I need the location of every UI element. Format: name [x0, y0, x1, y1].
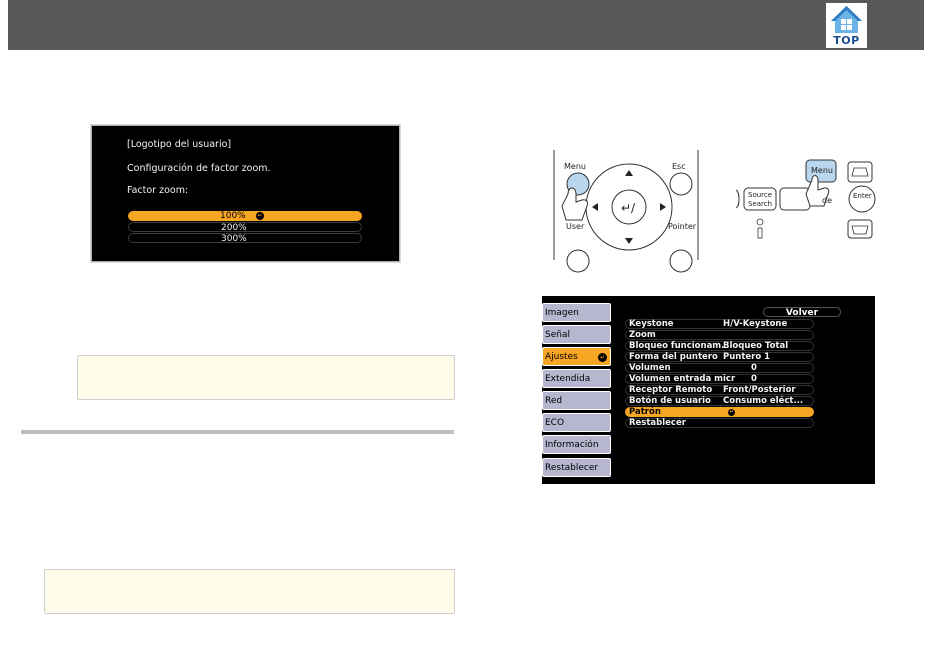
partial-button-label: de — [822, 196, 832, 205]
row-label: Volumen — [629, 363, 671, 373]
tab-label: Ajustes — [545, 352, 578, 362]
zoom-option-100[interactable]: 100% ↵ — [128, 211, 362, 221]
row-value: Consumo eléct... — [723, 396, 804, 406]
enter-icon: ↵ — [255, 211, 264, 220]
tab-eco[interactable]: ECO — [542, 413, 611, 432]
menu-row-boton-usuario[interactable]: Botón de usuario Consumo eléct... — [625, 396, 814, 406]
source-search-label-1: Source — [748, 191, 773, 199]
note-box — [77, 355, 455, 400]
menu-row-volumen-micro[interactable]: Volumen entrada micr 0 — [625, 374, 814, 384]
menu-row-keystone[interactable]: Keystone H/V-Keystone — [625, 319, 814, 329]
row-value: Front/Posterior — [723, 385, 796, 395]
enter-icon: ↵ — [728, 409, 735, 416]
tab-label: Restablecer — [545, 463, 599, 473]
zoom-option-label: 300% — [221, 234, 247, 244]
zoom-screen-subtitle: Configuración de factor zoom. — [127, 163, 271, 174]
row-value: Bloqueo Total — [723, 341, 789, 351]
tab-informacion[interactable]: Información — [542, 435, 611, 454]
tab-senal[interactable]: Señal — [542, 325, 611, 344]
section-divider — [21, 430, 454, 434]
menu-row-restablecer[interactable]: Restablecer — [625, 418, 814, 428]
tab-ajustes[interactable]: Ajustes ↵ — [542, 347, 611, 366]
tab-label: Imagen — [545, 308, 579, 318]
remote-control-illustration: ↵/ Menu Esc User Pointer — [552, 150, 700, 280]
enter-icon: ↵ — [598, 353, 607, 362]
zoom-option-label: 200% — [221, 223, 247, 233]
zoom-factor-label: Factor zoom: — [127, 185, 189, 196]
enter-button-label: Enter — [853, 192, 872, 200]
menu-row-bloqueo[interactable]: Bloqueo funcionam. Bloqueo Total — [625, 341, 814, 351]
tab-imagen[interactable]: Imagen — [542, 303, 611, 322]
configuration-menu: Imagen Señal Ajustes ↵ Extendida Red ECO … — [542, 296, 875, 484]
tab-red[interactable]: Red — [542, 391, 611, 410]
esc-button-label: Esc — [672, 162, 686, 171]
control-panel-illustration: Menu Source Search de Enter — [730, 150, 890, 250]
user-button-label: User — [566, 222, 585, 231]
menu-button-label: Menu — [811, 166, 833, 175]
tab-restablecer[interactable]: Restablecer — [542, 458, 611, 477]
row-value: 0 — [751, 374, 757, 384]
menu-row-puntero[interactable]: Forma del puntero Puntero 1 — [625, 352, 814, 362]
pointer-button-label: Pointer — [668, 222, 697, 231]
zoom-factor-screen: [Logotipo del usuario] Configuración de … — [91, 125, 400, 262]
settings-panel: Volver Keystone H/V-Keystone Zoom Bloqueo… — [617, 297, 875, 483]
svg-text:↵/: ↵/ — [621, 201, 636, 215]
row-label: Zoom — [629, 330, 656, 340]
top-link[interactable]: TOP — [826, 3, 867, 48]
tab-label: Red — [545, 396, 563, 406]
row-value: Puntero 1 — [723, 352, 771, 362]
row-label: Bloqueo funcionam. — [629, 341, 725, 351]
zoom-option-200[interactable]: 200% — [128, 222, 362, 233]
row-label: Volumen entrada micr — [629, 374, 736, 384]
menu-row-volumen[interactable]: Volumen 0 — [625, 363, 814, 373]
tab-label: Extendida — [545, 374, 591, 384]
row-label: Botón de usuario — [629, 396, 711, 406]
top-label: TOP — [833, 34, 860, 47]
zoom-option-300[interactable]: 300% — [128, 233, 362, 244]
row-label: Forma del puntero — [629, 352, 718, 362]
note-box — [44, 569, 455, 614]
tab-label: Señal — [545, 330, 570, 340]
zoom-option-label: 100% — [220, 211, 246, 221]
source-search-label-2: Search — [748, 200, 773, 208]
page-header-bar — [8, 0, 924, 50]
row-value: 0 — [751, 363, 757, 373]
menu-row-receptor[interactable]: Receptor Remoto Front/Posterior — [625, 385, 814, 395]
row-label: Restablecer — [629, 418, 686, 428]
row-value: H/V-Keystone — [723, 319, 788, 329]
tab-extendida[interactable]: Extendida — [542, 369, 611, 388]
menu-button-label: Menu — [564, 162, 586, 171]
tab-label: ECO — [545, 418, 565, 428]
row-label: Patrón — [629, 407, 661, 417]
row-label: Keystone — [629, 319, 674, 329]
menu-row-patron[interactable]: Patrón ↵ — [625, 407, 814, 417]
tab-label: Información — [545, 440, 599, 450]
zoom-screen-title: [Logotipo del usuario] — [127, 139, 232, 150]
back-button[interactable]: Volver — [763, 307, 841, 318]
row-label: Receptor Remoto — [629, 385, 713, 395]
menu-row-zoom[interactable]: Zoom — [625, 330, 814, 340]
